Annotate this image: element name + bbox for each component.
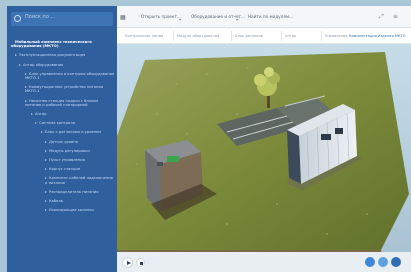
scene-render: [117, 44, 411, 258]
tree-item-label: Комплект кабелей подключения и питания: [45, 176, 113, 185]
filter-item[interactable]: Ангар: [285, 34, 296, 38]
tree-item-label: Датчик уровня: [49, 139, 78, 144]
settings-icon[interactable]: [391, 257, 401, 267]
search-placeholder: Поиск по ...: [25, 14, 56, 20]
tree-item-label: Насосная станция подачи с блоком питания…: [25, 98, 99, 107]
divider: [321, 31, 322, 41]
tree-item-label: Корпус станции: [49, 167, 81, 172]
tree-item-label: Ангар: [35, 112, 47, 117]
tree-item-label: Система контроля: [39, 121, 75, 126]
tree-item[interactable]: ▸ Корпус станции: [11, 167, 115, 171]
viewer-controls: [117, 252, 411, 272]
tree-item[interactable]: ▸ Кабель: [11, 199, 115, 203]
tree-item-label: Блок с датчиками и уровнем: [45, 130, 102, 135]
tree-item-label: Коммутационное устройство питания МКТО-1: [25, 85, 104, 94]
divider: [231, 31, 232, 41]
tree-item[interactable]: ▸ Блок с датчиками и уровнем: [11, 130, 115, 134]
open-project-button[interactable]: Открыть проект...: [141, 14, 181, 19]
search-icon: [14, 15, 21, 22]
tree-item[interactable]: ▸ Эксплуатационная документация: [11, 53, 115, 57]
chevron-down-icon: ▾: [236, 17, 239, 22]
filter-active[interactable]: Комплектация изделия МКТО: [349, 34, 405, 38]
camera-icon[interactable]: [378, 257, 388, 267]
filter-item[interactable]: Контрольные линии: [125, 34, 163, 38]
search-input[interactable]: Поиск по ...: [11, 12, 113, 26]
divider: [173, 31, 174, 41]
view-mode-icon[interactable]: [365, 257, 375, 267]
tree-item[interactable]: ▸ Распределитель питания: [11, 190, 115, 194]
tree-item-label: Мобильный комплекс технического оборудов…: [11, 40, 92, 49]
tree-item[interactable]: ▸ Датчик уровня: [11, 140, 115, 144]
tree-item-label: Изолирующие колонки: [49, 208, 94, 213]
tree-item[interactable]: ▸ Блок управления и контроля оборудования…: [11, 72, 115, 80]
tree-item[interactable]: ▸ Ангар: [11, 112, 115, 116]
tree-item[interactable]: ▸ Изолирующие колонки: [11, 208, 115, 212]
grid-icon[interactable]: ▦: [120, 14, 126, 21]
tree-item[interactable]: ▸ Комплект кабелей подключения и питания: [11, 176, 115, 184]
3d-viewport[interactable]: [117, 44, 411, 258]
search-modules-button[interactable]: Найти по модулям...: [248, 14, 293, 19]
tree-item-label: Модуль регулировки: [49, 148, 90, 153]
stop-icon[interactable]: [136, 258, 145, 267]
tree-item-label: Кабель: [49, 199, 63, 204]
play-icon[interactable]: [122, 257, 133, 268]
tree-item-label: Ангар оборудования: [23, 62, 64, 67]
tree-item[interactable]: Мобильный комплекс технического оборудов…: [11, 40, 115, 48]
toolbar: ▦ Открыть проект... ▾ Оборудование и отч…: [117, 6, 411, 28]
tree-item-label: Блок управления и контроля оборудования …: [25, 71, 115, 81]
filter-item[interactable]: Модуль оборудования: [177, 34, 219, 38]
tree-item[interactable]: ▸ Модуль регулировки: [11, 149, 115, 153]
tree-item[interactable]: ▸ Ангар оборудования: [11, 63, 115, 67]
fullscreen-icon[interactable]: ⤢: [379, 13, 384, 21]
filter-bar: Контрольные линии Модуль оборудования Блок…: [117, 28, 411, 44]
tree-item[interactable]: ▸ Насосная станция подачи с блоком питани…: [11, 99, 115, 107]
chevron-down-icon: ▾: [179, 17, 182, 22]
filter-item[interactable]: Управление: [325, 34, 348, 38]
filter-item[interactable]: Блок датчиков: [235, 34, 263, 38]
divider: [281, 31, 282, 41]
tree-item[interactable]: ▸ Пульт управления: [11, 158, 115, 162]
app-window: Поиск по ... Мобильный комплекс техничес…: [0, 0, 411, 272]
tree-item-label: Эксплуатационная документация: [19, 53, 86, 58]
tree-item[interactable]: ▸ Коммутационное устройство питания МКТО-…: [11, 85, 115, 93]
model-tree-sidebar: Поиск по ... Мобильный комплекс техничес…: [7, 6, 117, 272]
tree-item[interactable]: ▸ Система контроля: [11, 121, 115, 125]
tree-item-label: Распределитель питания: [49, 189, 99, 194]
menu-icon[interactable]: ≡: [393, 13, 398, 20]
tree-item-label: Пульт управления: [49, 158, 85, 163]
tree: Мобильный комплекс технического оборудов…: [11, 40, 115, 217]
